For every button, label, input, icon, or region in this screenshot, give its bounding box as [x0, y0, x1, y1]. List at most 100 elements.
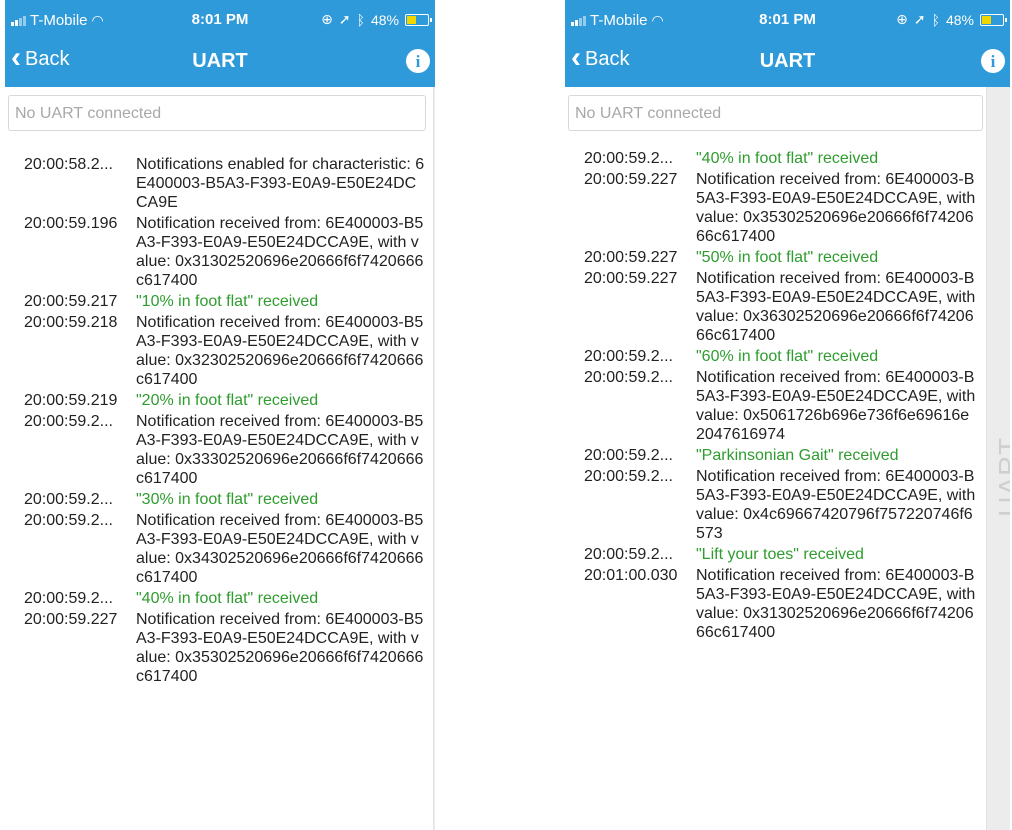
phone-screen-left: T-Mobile ◠ 8:01 PM ⊕ ➚ ᛒ 48% ‹ Back UART…: [5, 0, 435, 830]
log-message: Notification received from: 6E400003-B5A…: [696, 369, 976, 443]
log-timestamp: 20:00:59.2...: [584, 468, 673, 485]
log-entry: 20:00:59.2... "40% in foot flat" received: [565, 149, 985, 168]
log-panel: No UART connected 66c617400 20:00:59.2...…: [565, 87, 985, 830]
log-entry: 20:00:59.2... Notification received from:…: [565, 368, 985, 444]
log-message: Notification received from: 6E400003-B5A…: [136, 314, 424, 388]
log-panel: No UART connected 20:00:58.2... Notificat…: [5, 87, 435, 830]
log-message: "30% in foot flat" received: [136, 491, 319, 508]
battery-percent: 48%: [945, 11, 974, 28]
location-icon: ➚: [913, 11, 926, 27]
rotation-lock-icon: ⊕: [321, 11, 333, 27]
side-tab-label: UART: [434, 437, 435, 517]
log-timestamp: 20:00:59.217: [24, 293, 118, 310]
log-message: "Lift your toes" received: [696, 546, 864, 563]
log-timestamp: 20:00:59.227: [24, 611, 118, 628]
log-list: 20:00:58.2... Notifications enabled for c…: [5, 155, 435, 688]
log-entry: 20:00:59.219 "20% in foot flat" received: [5, 391, 435, 410]
log-timestamp: 20:00:59.2...: [24, 491, 113, 508]
log-entry: 20:00:59.2... "60% in foot flat" received: [565, 347, 985, 366]
side-tab-uart[interactable]: UART: [433, 87, 435, 830]
phone-screen-right: T-Mobile ◠ 8:01 PM ⊕ ➚ ᛒ 48% ‹ Back UART…: [565, 0, 1010, 830]
log-entry: 20:00:59.217 "10% in foot flat" received: [5, 292, 435, 311]
log-entry: 20:00:59.2... "Lift your toes" received: [565, 545, 985, 564]
log-message: "60% in foot flat" received: [696, 348, 879, 365]
log-message: "50% in foot flat" received: [696, 249, 879, 266]
log-message: Notification received from: 6E400003-B5A…: [136, 611, 424, 685]
nav-bar: ‹ Back UART i: [5, 40, 435, 86]
log-entry: 20:00:59.218 Notification received from: …: [5, 313, 435, 389]
log-timestamp: 20:00:59.2...: [584, 348, 673, 365]
log-message: "10% in foot flat" received: [136, 293, 319, 310]
log-entry: 20:00:59.2... "40% in foot flat" received: [5, 589, 435, 608]
log-timestamp: 20:00:59.2...: [24, 413, 113, 430]
log-timestamp: 20:00:59.227: [584, 171, 678, 188]
log-entry: 20:00:59.2... Notification received from:…: [5, 412, 435, 488]
log-message: Notification received from: 6E400003-B5A…: [696, 468, 976, 542]
main-area: No UART connected 20:00:58.2... Notificat…: [5, 87, 435, 830]
log-entry: 20:00:59.227 "50% in foot flat" received: [565, 248, 985, 267]
app-header: T-Mobile ◠ 8:01 PM ⊕ ➚ ᛒ 48% ‹ Back UART…: [565, 0, 1010, 87]
battery-icon: [405, 13, 432, 26]
page-title: UART: [759, 50, 816, 72]
log-timestamp: 20:00:59.2...: [584, 369, 673, 386]
log-entry: 20:00:59.2... "30% in foot flat" received: [5, 490, 435, 509]
uart-status-field[interactable]: No UART connected: [568, 95, 983, 131]
log-timestamp: 20:00:59.2...: [24, 512, 113, 529]
log-message: "Parkinsonian Gait" received: [696, 447, 899, 464]
log-entry: 20:00:58.2... Notifications enabled for c…: [5, 155, 435, 212]
log-entry: 20:00:59.227 Notification received from: …: [5, 610, 435, 686]
log-entry: 20:01:00.030 Notification received from: …: [565, 566, 985, 642]
uart-status-field[interactable]: No UART connected: [8, 95, 426, 131]
side-tab-uart[interactable]: UART: [986, 87, 1010, 830]
status-right: ⊕ ➚ ᛒ 48%: [896, 11, 1007, 28]
log-timestamp: 20:00:59.218: [24, 314, 118, 331]
location-icon: ➚: [338, 11, 351, 27]
info-icon[interactable]: i: [406, 49, 430, 73]
rotation-lock-icon: ⊕: [896, 11, 908, 27]
log-message: Notification received from: 6E400003-B5A…: [136, 512, 424, 586]
main-area: No UART connected 66c617400 20:00:59.2...…: [565, 87, 1010, 830]
log-timestamp: 20:00:59.2...: [24, 590, 113, 607]
log-message: Notification received from: 6E400003-B5A…: [696, 270, 976, 344]
log-entry: 20:00:59.2... "Parkinsonian Gait" receive…: [565, 446, 985, 465]
log-message: Notification received from: 6E400003-B5A…: [136, 413, 424, 487]
log-timestamp: 20:00:59.219: [24, 392, 118, 409]
nav-bar: ‹ Back UART i: [565, 40, 1010, 86]
log-timestamp: 20:00:59.2...: [584, 546, 673, 563]
log-message: Notification received from: 6E400003-B5A…: [696, 567, 976, 641]
log-entry: 20:00:59.227 Notification received from: …: [565, 269, 985, 345]
log-list: 66c617400 20:00:59.2... "40% in foot flat"…: [565, 142, 985, 644]
log-entry: 20:00:59.227 Notification received from: …: [565, 170, 985, 246]
log-timestamp: 20:00:59.196: [24, 215, 118, 232]
battery-percent: 48%: [370, 11, 399, 28]
log-message: "40% in foot flat" received: [696, 150, 879, 167]
status-bar: T-Mobile ◠ 8:01 PM ⊕ ➚ ᛒ 48%: [565, 0, 1010, 38]
log-timestamp: 20:01:00.030: [584, 567, 678, 584]
log-message: "40% in foot flat" received: [136, 590, 319, 607]
log-message: Notification received from: 6E400003-B5A…: [136, 215, 424, 289]
side-tab-label: UART: [993, 437, 1010, 517]
uart-log[interactable]: 66c617400 20:00:59.2... "40% in foot flat"…: [565, 142, 985, 830]
uart-log[interactable]: 20:00:58.2... Notifications enabled for c…: [5, 142, 435, 830]
log-timestamp: [565, 142, 696, 147]
log-entry: 66c617400: [565, 142, 985, 147]
log-timestamp: 20:00:59.2...: [584, 150, 673, 167]
log-entry: 20:00:59.196 Notification received from: …: [5, 214, 435, 290]
log-entry: 20:00:59.2... Notification received from:…: [565, 467, 985, 543]
page-title: UART: [192, 50, 248, 72]
log-timestamp: 20:00:59.227: [584, 249, 678, 266]
log-message: 66c617400: [696, 142, 985, 147]
bluetooth-icon: ᛒ: [931, 11, 940, 28]
log-timestamp: 20:00:59.227: [584, 270, 678, 287]
log-timestamp: 20:00:59.2...: [584, 447, 673, 464]
app-header: T-Mobile ◠ 8:01 PM ⊕ ➚ ᛒ 48% ‹ Back UART…: [5, 0, 435, 87]
info-icon[interactable]: i: [981, 49, 1005, 73]
battery-icon: [980, 13, 1007, 26]
log-message: "20% in foot flat" received: [136, 392, 319, 409]
log-message: Notifications enabled for characteristic…: [136, 156, 425, 211]
bluetooth-icon: ᛒ: [356, 11, 365, 28]
status-right: ⊕ ➚ ᛒ 48%: [321, 11, 432, 28]
log-timestamp: 20:00:58.2...: [24, 156, 113, 173]
log-entry: 20:00:59.2... Notification received from:…: [5, 511, 435, 587]
status-bar: T-Mobile ◠ 8:01 PM ⊕ ➚ ᛒ 48%: [5, 0, 435, 38]
